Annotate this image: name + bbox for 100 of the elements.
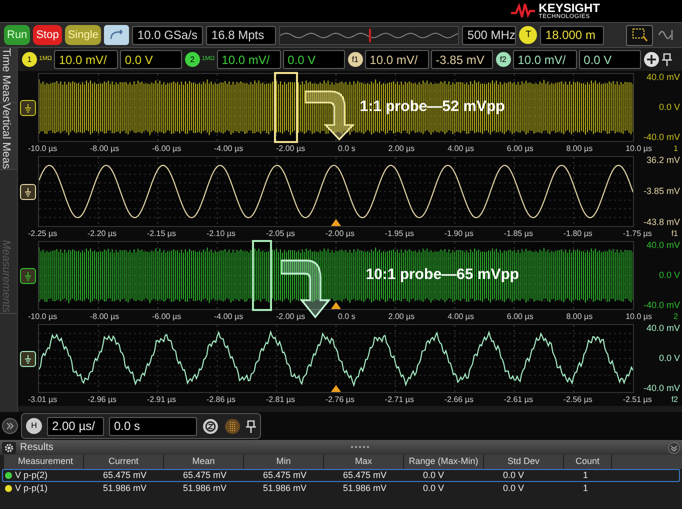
annotation-label: 10:1 probe—65 mVpp <box>366 265 520 285</box>
source-label: 2 <box>674 312 678 320</box>
x-axis-label: 10.0 µs <box>626 144 652 152</box>
table-cell-text: 65.475 mV <box>263 468 307 482</box>
refresh-icon <box>108 29 125 41</box>
table-cell-text: V p-p(2) <box>15 468 48 482</box>
column-header[interactable]: Min <box>244 455 324 469</box>
y-axis-label: 0.0 V <box>658 271 680 280</box>
y-axis-label: -40.0 mV <box>643 301 680 310</box>
source-label: f1 <box>671 230 678 238</box>
scale-field[interactable]: 10.0 mV/ <box>54 50 118 69</box>
x-axis-label: -2.91 µs <box>146 396 176 404</box>
time-scale-field[interactable]: 2.00 µs/ <box>47 416 104 436</box>
x-axis-label: -2.15 µs <box>146 230 176 238</box>
scale-field[interactable]: 10.0 mV/ <box>512 50 577 69</box>
column-header[interactable]: Range (Max-Min) <box>404 455 484 469</box>
results-row[interactable]: V p-p(2) 65.475 mV 65.475 mV 65.475 mV 65.475 mV 0.0 V 0.0 V 1 <box>2 469 680 482</box>
x-axis-label: -4.00 µs <box>214 144 244 152</box>
x-axis-label: -10.0 µs <box>28 144 58 152</box>
logo-name: KEYSIGHT <box>538 2 600 14</box>
x-axis-label: 0.0 s <box>338 312 356 320</box>
zoom-window-box[interactable] <box>252 240 272 311</box>
trigger-level-field[interactable]: 18.000 m <box>540 26 604 44</box>
x-axis-label: -1.90 µs <box>444 230 474 238</box>
y-axis-label: 40.0 mV <box>646 241 680 250</box>
side-tab[interactable]: Time Meas <box>0 48 17 103</box>
table-cell-text: 65.475 mV <box>183 468 227 482</box>
time-position-field[interactable]: 0.0 s <box>109 416 197 436</box>
x-axis-label: -8.00 µs <box>90 144 120 152</box>
column-header[interactable]: Current <box>84 455 164 469</box>
scale-field[interactable]: 10.0 mV/ <box>216 50 281 69</box>
channel-badge[interactable]: f2 <box>496 52 511 67</box>
table-cell-text: 51.986 mV <box>263 482 307 495</box>
x-axis-label: 8.00 µs <box>566 144 593 152</box>
channel-badge[interactable]: 1 <box>22 52 37 67</box>
zoom-select-button[interactable] <box>626 24 653 46</box>
offset-field[interactable]: 0.0 V <box>578 50 641 69</box>
table-cell-text: 65.475 mV <box>343 468 387 482</box>
zoom-icon[interactable] <box>202 418 219 434</box>
x-axis-label: -10.0 µs <box>28 312 58 320</box>
sample-rate-field[interactable]: 10.0 GSa/s <box>132 26 204 44</box>
zoom-window-box[interactable] <box>274 72 298 143</box>
x-axis-label: -6.00 µs <box>152 312 182 320</box>
trigger-badge[interactable]: T <box>519 26 538 44</box>
x-axis-label: -2.51 µs <box>622 396 652 404</box>
x-axis-label: -2.76 µs <box>325 396 354 404</box>
pin-icon[interactable] <box>662 53 672 66</box>
x-axis-label: -4.00 µs <box>214 312 244 320</box>
annotation-label: 1:1 probe—52 mVpp <box>360 97 505 117</box>
x-axis-label: -2.96 µs <box>87 396 117 404</box>
table-cell-text: 0.0 V <box>423 482 444 495</box>
add-channel-button[interactable] <box>644 52 659 67</box>
y-axis-label: 40.0 mV <box>646 73 680 82</box>
collapse-icon[interactable] <box>668 442 680 454</box>
auto-scale-button[interactable] <box>104 25 130 45</box>
trigger-marker-icon <box>331 219 341 226</box>
resize-grip-icon[interactable] <box>350 446 371 449</box>
offset-field[interactable]: -3.85 mV <box>430 50 493 69</box>
ground-marker-icon[interactable] <box>20 184 36 200</box>
y-axis-label: 40.0 mV <box>646 324 680 333</box>
side-tab[interactable]: Vertical Meas <box>0 103 17 170</box>
source-label: 1 <box>674 144 678 152</box>
column-header[interactable]: Measurement <box>4 455 84 469</box>
x-axis-label: 8.00 µs <box>566 312 593 320</box>
x-axis-label: -6.00 µs <box>152 144 182 152</box>
acquisition-button[interactable]: Stop <box>33 25 62 45</box>
settings-icon[interactable] <box>2 442 16 454</box>
memory-depth-field[interactable]: 16.8 Mpts <box>206 26 276 44</box>
column-header[interactable]: Std Dev <box>484 455 564 469</box>
horizontal-badge[interactable]: H <box>26 418 42 434</box>
y-axis-label: -40.0 mV <box>643 384 680 393</box>
x-axis-label: -2.00 µs <box>325 230 354 238</box>
table-cell-text: 51.986 mV <box>343 482 387 495</box>
pin-icon[interactable] <box>246 420 256 432</box>
table-cell-text: 1 <box>583 482 588 495</box>
table-cell-text: 65.475 mV <box>103 468 147 482</box>
scale-field[interactable]: 10.0 mV/ <box>364 50 429 69</box>
ground-marker-icon[interactable] <box>20 100 36 116</box>
x-axis-label: 2.00 µs <box>388 144 415 152</box>
expand-button[interactable] <box>2 418 18 434</box>
channel-badge[interactable]: f1 <box>348 52 363 67</box>
trigger-marker-icon <box>331 302 341 309</box>
x-axis-label: -2.20 µs <box>87 230 117 238</box>
channel-badge[interactable]: 2 <box>184 52 200 67</box>
column-header[interactable]: Max <box>324 455 404 469</box>
results-row[interactable]: V p-p(1) 51.986 mV 51.986 mV 51.986 mV 51.986 mV 0.0 V 0.0 V 1 <box>2 482 680 495</box>
x-axis-label: -1.80 µs <box>563 230 592 238</box>
logo-wave-icon <box>510 3 535 19</box>
column-header[interactable]: Count <box>564 455 612 469</box>
y-axis-label: -43.8 mV <box>643 218 680 227</box>
x-axis-label: -2.61 µs <box>504 396 533 404</box>
offset-field[interactable]: 0.0 V <box>120 50 182 69</box>
y-axis-label: -40.0 mV <box>643 133 680 142</box>
x-axis-label: 0.0 s <box>338 144 356 152</box>
table-cell-text: 51.986 mV <box>183 482 227 495</box>
offset-field[interactable]: 0.0 V <box>282 50 345 69</box>
bandwidth-field[interactable]: 500 MHz <box>462 26 516 44</box>
column-header[interactable]: Mean <box>164 455 244 469</box>
x-axis-label: 4.00 µs <box>448 144 474 152</box>
ground-marker-icon[interactable] <box>20 268 36 284</box>
